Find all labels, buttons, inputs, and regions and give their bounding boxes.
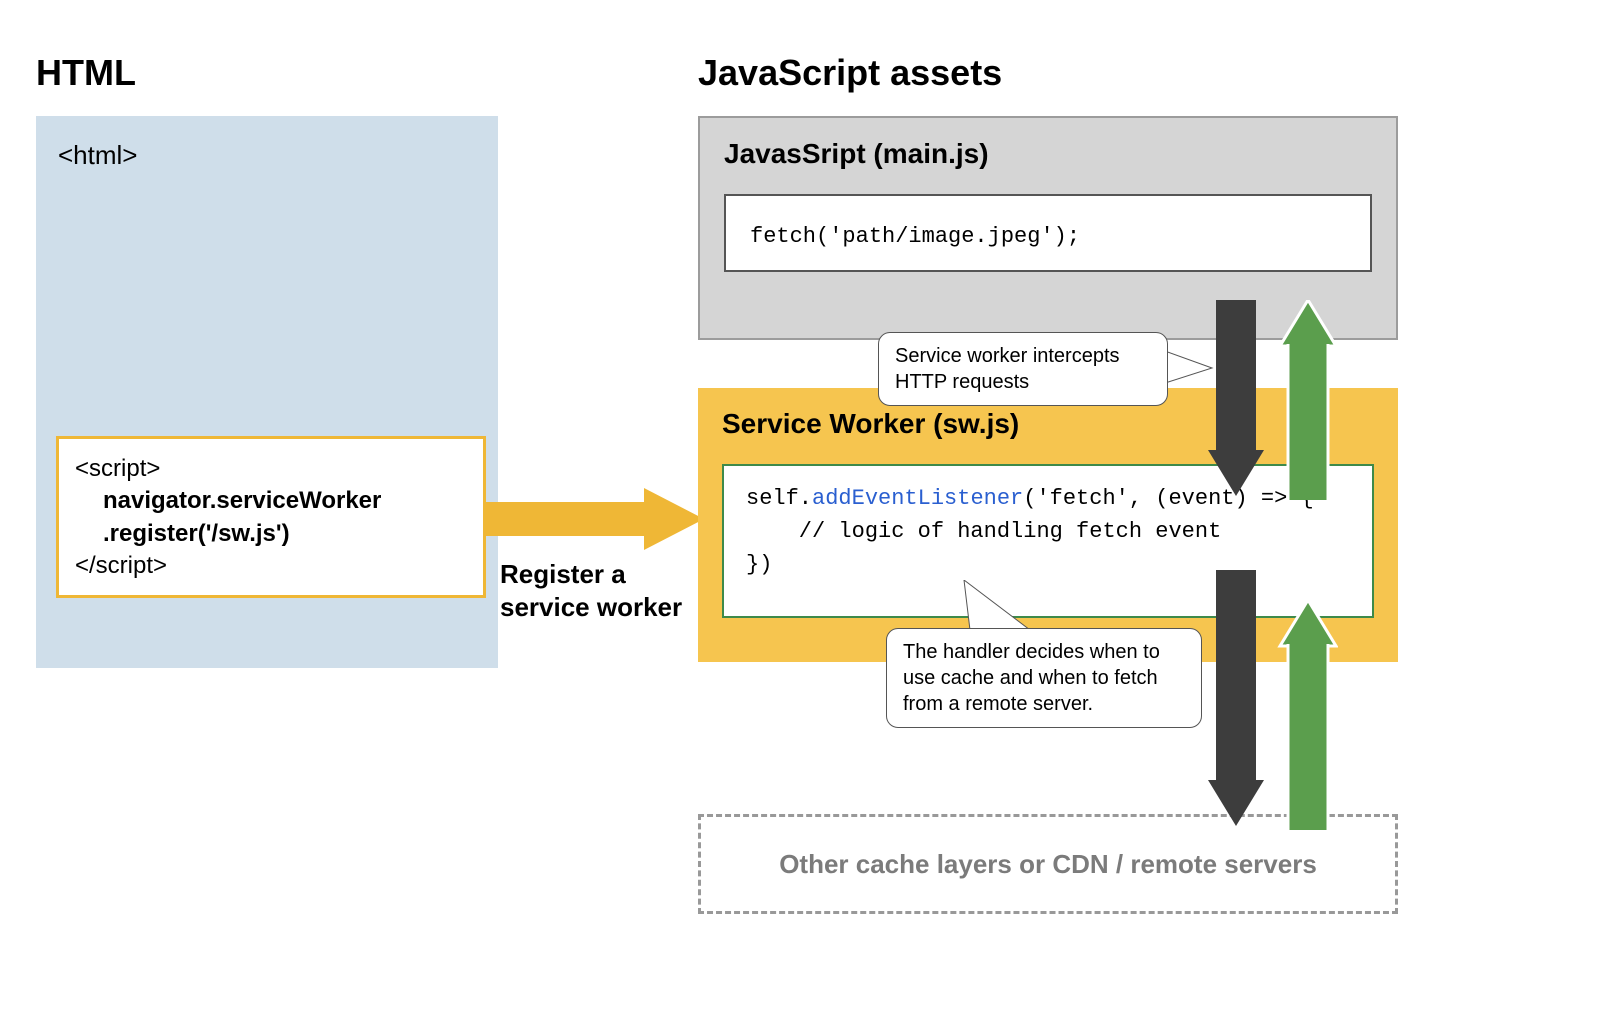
register-arrow-icon: [484, 488, 704, 550]
html-open-tag: <html>: [58, 140, 476, 171]
sw-code-rest1: ('fetch', (event) => {: [1023, 486, 1313, 511]
sw-code-prefix: self.: [746, 486, 812, 511]
heading-html: HTML: [36, 52, 136, 94]
cdn-remote-label: Other cache layers or CDN / remote serve…: [779, 849, 1317, 880]
sw-code-line2: // logic of handling fetch event: [746, 519, 1221, 544]
script-line-2: .register('/sw.js'): [75, 518, 467, 550]
mainjs-code: fetch('path/image.jpeg');: [724, 194, 1372, 272]
mainjs-title: JavasSript (main.js): [724, 138, 1372, 170]
sw-title: Service Worker (sw.js): [722, 408, 1374, 440]
sw-panel: Service Worker (sw.js) self.addEventList…: [698, 388, 1398, 662]
script-close-tag: </script>: [75, 552, 167, 579]
cdn-remote-box: Other cache layers or CDN / remote serve…: [698, 814, 1398, 914]
callout-handler-tail-icon: [958, 580, 1038, 634]
sw-code-line3: }): [746, 552, 772, 577]
register-label: Register a service worker: [500, 558, 720, 623]
script-open-tag: <script>: [75, 455, 160, 482]
callout-handler: The handler decides when to use cache an…: [886, 628, 1202, 728]
sw-code-method: addEventListener: [812, 486, 1023, 511]
script-register-box: <script> navigator.serviceWorker .regist…: [56, 436, 486, 598]
callout-intercept: Service worker intercepts HTTP requests: [878, 332, 1168, 406]
heading-js-assets: JavaScript assets: [698, 52, 1002, 94]
script-line-1: navigator.serviceWorker: [75, 485, 467, 517]
sw-code: self.addEventListener('fetch', (event) =…: [722, 464, 1374, 618]
mainjs-panel: JavasSript (main.js) fetch('path/image.j…: [698, 116, 1398, 340]
callout-intercept-tail-icon: [1162, 344, 1222, 394]
